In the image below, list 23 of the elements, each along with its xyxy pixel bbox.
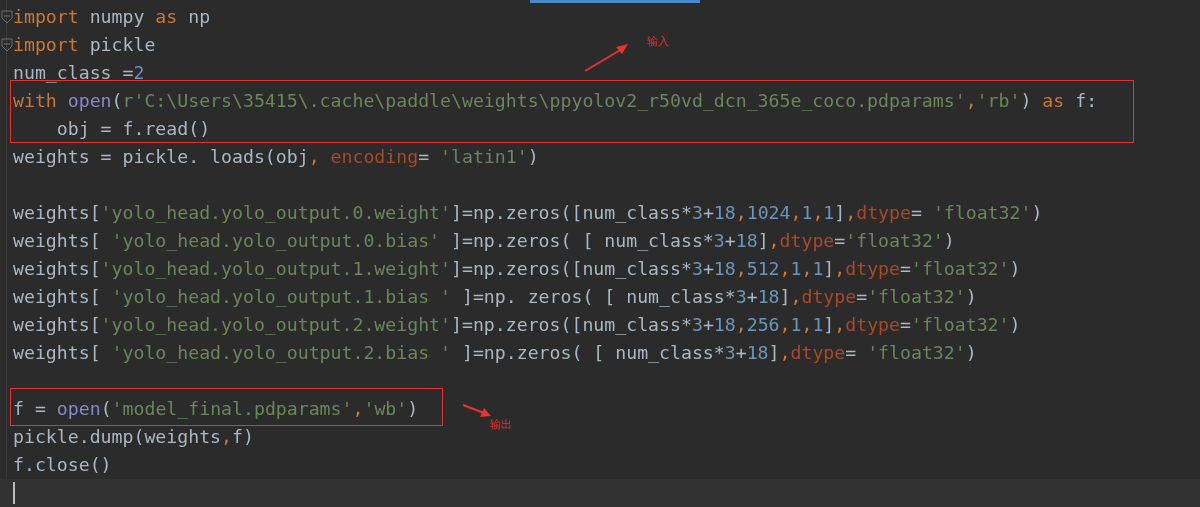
code-line: obj = f.read() xyxy=(55,119,211,138)
text-cursor xyxy=(13,482,15,504)
code-line: with open(r'C:\Users\35415\.cache\paddle\weights\ppyolov2_r50vd_dcn_365e_coco.pdparams','rb') as f: xyxy=(13,91,1098,110)
annotation-label: 输入 xyxy=(647,35,669,49)
code-editor[interactable] xyxy=(0,0,1200,507)
code-line: weights['yolo_head.yolo_output.2.weight']=np.zeros([num_class*3+18,256,1,1],dtype='float32') xyxy=(13,315,1021,334)
annotation-label: 输出 xyxy=(490,418,512,432)
code-line: weights = pickle. loads(obj, encoding= 'latin1') xyxy=(13,147,539,166)
code-line: f.close() xyxy=(13,455,112,474)
code-line: f = open('model_final.pdparams','wb') xyxy=(13,399,419,418)
code-line: weights['yolo_head.yolo_output.1.weight']=np.zeros([num_class*3+18,512,1,1],dtype='float32') xyxy=(13,259,1021,278)
code-line: num_class =2 xyxy=(13,63,145,82)
code-line: weights[ 'yolo_head.yolo_output.0.bias' ]=np.zeros( [ num_class*3+18],dtype='float32') xyxy=(13,231,955,250)
code-line: weights[ 'yolo_head.yolo_output.1.bias ' ]=np. zeros( [ num_class*3+18],dtype='float32') xyxy=(13,287,977,306)
annotation-arrow xyxy=(462,404,492,418)
annotation-arrow xyxy=(584,42,630,72)
code-line: weights['yolo_head.yolo_output.0.weight']=np.zeros([num_class*3+18,1024,1,1],dtype= 'float32') xyxy=(13,203,1043,222)
code-line: weights[ 'yolo_head.yolo_output.2.bias ' ]=np.zeros( [ num_class*3+18],dtype= 'float32') xyxy=(13,343,977,362)
fold-marker-icon[interactable] xyxy=(1,38,13,52)
fold-marker-icon[interactable] xyxy=(1,10,13,24)
code-line: import numpy as np xyxy=(13,7,211,26)
code-line: import pickle xyxy=(13,35,156,54)
code-line: pickle.dump(weights,f) xyxy=(13,427,254,446)
